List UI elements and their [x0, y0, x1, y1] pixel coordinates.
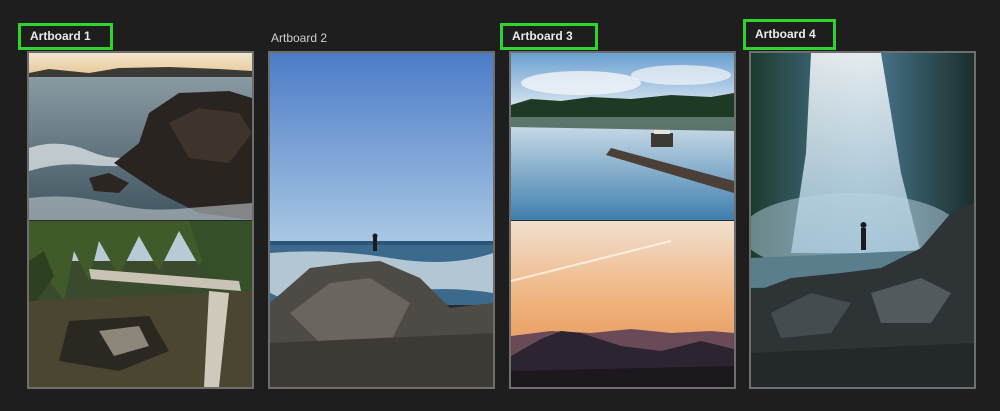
artboard-1[interactable]: [27, 51, 254, 389]
forest-driftwood-photo: [29, 221, 252, 387]
lake-dock-reflection-photo: [511, 53, 734, 220]
artboard-3-label[interactable]: Artboard 3: [500, 23, 598, 50]
artboard-4[interactable]: [749, 51, 976, 389]
artboard-2-label[interactable]: Artboard 2: [262, 28, 352, 48]
artboard-3[interactable]: [509, 51, 736, 389]
waterfall-hiker-photo: [751, 53, 974, 387]
artboard-1-label[interactable]: Artboard 1: [18, 23, 113, 50]
mountain-sunset-photo: [511, 221, 734, 387]
person-on-coastal-rock-photo: [270, 53, 493, 387]
rocky-coast-sunset-photo: [29, 53, 252, 220]
artboard-2[interactable]: [268, 51, 495, 389]
artboard-4-label[interactable]: Artboard 4: [743, 19, 836, 50]
